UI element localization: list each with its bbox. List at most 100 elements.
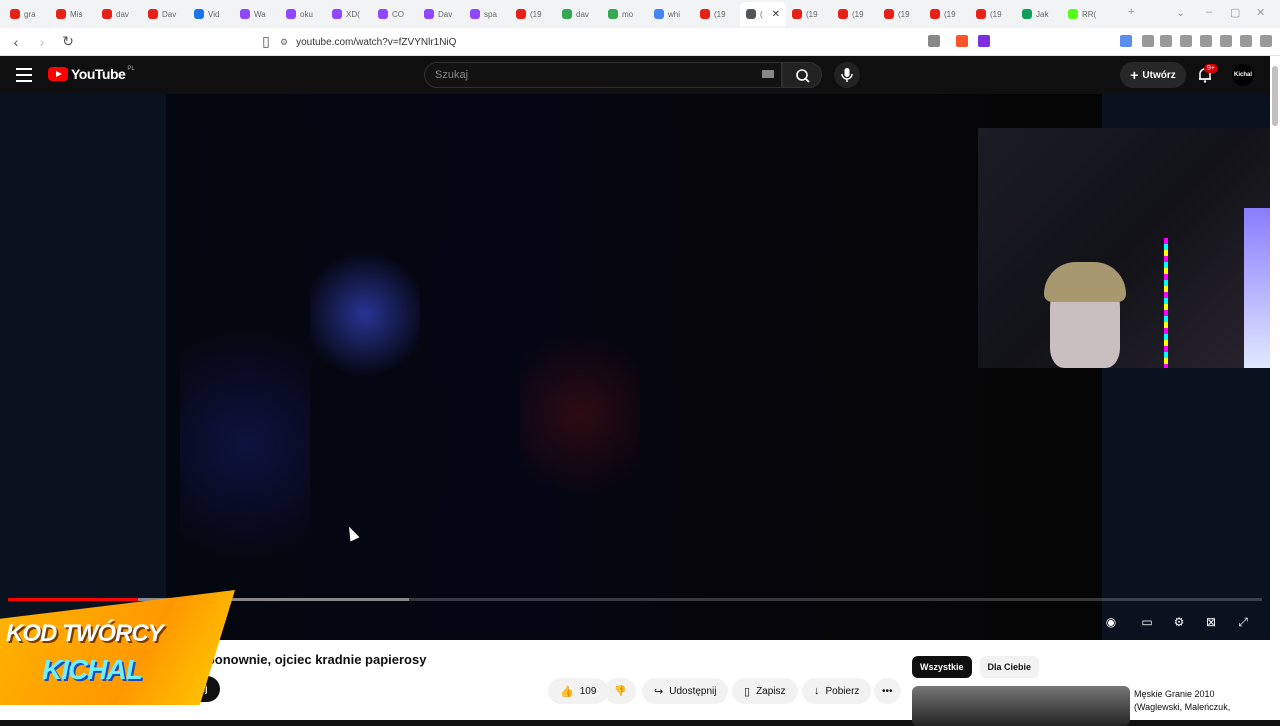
browser-tab[interactable]: CO bbox=[372, 2, 418, 26]
browser-tab[interactable]: mo bbox=[602, 2, 648, 26]
browser-tab[interactable]: gra bbox=[4, 2, 50, 26]
bookmark-icon[interactable]: ▯ bbox=[256, 33, 276, 50]
browser-tab[interactable]: (19 bbox=[970, 2, 1016, 26]
maximize-icon[interactable]: ▢ bbox=[1230, 6, 1240, 19]
tab-label: oku bbox=[300, 9, 313, 19]
recommended-video-thumbnail[interactable] bbox=[912, 686, 1130, 726]
video-light-blob bbox=[310, 244, 420, 384]
youtube-play-icon bbox=[48, 67, 68, 81]
browser-tab[interactable]: XD( bbox=[326, 2, 372, 26]
account-avatar[interactable]: Kichal bbox=[1232, 64, 1254, 86]
browser-tab[interactable]: (19 bbox=[694, 2, 740, 26]
close-tab-icon[interactable]: ✕ bbox=[772, 9, 780, 20]
fullscreen-icon[interactable]: ⤢ bbox=[1234, 614, 1252, 630]
voice-search-button[interactable] bbox=[834, 62, 860, 88]
youtube-header: YouTube PL Szukaj + Utwórz 9+ Kichal bbox=[0, 56, 1280, 94]
browser-tab[interactable]: Mis bbox=[50, 2, 96, 26]
webcam-overlay bbox=[978, 128, 1280, 368]
autoplay-toggle-icon[interactable]: ◉ bbox=[1102, 614, 1120, 630]
more-actions-button[interactable]: ••• bbox=[874, 678, 901, 704]
browser-tab[interactable]: Dav bbox=[418, 2, 464, 26]
back-icon[interactable]: ‹ bbox=[6, 34, 26, 50]
brave-shield-icon[interactable] bbox=[956, 35, 968, 47]
search-button[interactable] bbox=[782, 62, 822, 88]
tab-favicon-icon bbox=[240, 9, 250, 19]
page-scrollbar[interactable] bbox=[1270, 56, 1280, 720]
tab-favicon-icon bbox=[1022, 9, 1032, 19]
tab-favicon-icon bbox=[976, 9, 986, 19]
settings-gear-icon[interactable]: ⚙ bbox=[1170, 614, 1188, 630]
browser-tab[interactable]: (19 bbox=[878, 2, 924, 26]
browser-tab[interactable]: (19 bbox=[786, 2, 832, 26]
browser-tab[interactable]: RR( bbox=[1062, 2, 1108, 26]
video-player[interactable]: ◉ ▭ ⚙ ⊠ ⤢ bbox=[0, 94, 1280, 640]
save-button[interactable]: ▯ Zapisz bbox=[732, 678, 798, 704]
browser-tab[interactable]: Vid bbox=[188, 2, 234, 26]
browser-tab[interactable]: oku bbox=[280, 2, 326, 26]
subtitles-icon[interactable]: ▭ bbox=[1138, 614, 1156, 630]
hamburger-menu-icon[interactable] bbox=[16, 68, 32, 82]
url-field[interactable]: ⚙ youtube.com/watch?v=fZVYNlr1NiQ bbox=[280, 32, 1000, 52]
recommendation-chips: Wszystkie Dla Ciebie bbox=[912, 656, 1040, 678]
tab-label: (19 bbox=[714, 9, 726, 19]
streamer-hair bbox=[1044, 262, 1126, 302]
youtube-logo[interactable]: YouTube PL bbox=[48, 66, 135, 82]
leo-icon[interactable] bbox=[1220, 35, 1232, 47]
chip-for-you[interactable]: Dla Ciebie bbox=[979, 656, 1040, 678]
translate-icon[interactable] bbox=[1120, 35, 1132, 47]
browser-menu-icon[interactable] bbox=[1260, 35, 1272, 47]
wallet-icon[interactable] bbox=[1200, 35, 1212, 47]
theater-mode-icon[interactable]: ⊠ bbox=[1202, 614, 1220, 630]
chip-all[interactable]: Wszystkie bbox=[912, 656, 972, 678]
rewards-icon[interactable] bbox=[978, 35, 990, 47]
browser-tab[interactable]: Jak bbox=[1016, 2, 1062, 26]
sidebar-icon[interactable] bbox=[1180, 35, 1192, 47]
reload-icon[interactable]: ↻ bbox=[58, 33, 78, 50]
extensions-icon[interactable] bbox=[1142, 35, 1154, 47]
video-light-blob bbox=[520, 314, 640, 514]
browser-tab[interactable]: dav bbox=[96, 2, 142, 26]
url-text: youtube.com/watch?v=fZVYNlr1NiQ bbox=[296, 36, 457, 48]
tab-label: Vid bbox=[208, 9, 220, 19]
more-dots-icon: ••• bbox=[882, 685, 893, 697]
recommended-video-title[interactable]: Męskie Granie 2010 (Waglewski, Maleńczuk… bbox=[1134, 688, 1264, 714]
download-button[interactable]: ↓ Pobierz bbox=[802, 678, 872, 704]
minimize-icon[interactable]: – bbox=[1206, 6, 1212, 18]
tab-label: whi bbox=[668, 9, 681, 19]
browser-tab[interactable]: (✕ bbox=[740, 2, 786, 26]
tab-label: (19 bbox=[530, 9, 542, 19]
tab-label: Dav bbox=[162, 9, 177, 19]
tab-label: (19 bbox=[944, 9, 956, 19]
browser-tab[interactable]: (19 bbox=[510, 2, 556, 26]
site-info-icon[interactable]: ⚙ bbox=[280, 37, 288, 48]
tab-label: Dav bbox=[438, 9, 453, 19]
bookmark-save-icon: ▯ bbox=[744, 685, 751, 698]
browser-tab[interactable]: (19 bbox=[832, 2, 878, 26]
progress-played bbox=[8, 598, 139, 601]
search-input[interactable]: Szukaj bbox=[424, 62, 782, 88]
dislike-button[interactable]: 👎 bbox=[604, 678, 637, 704]
notification-count-badge: 9+ bbox=[1204, 64, 1218, 73]
vpn-icon[interactable] bbox=[1240, 35, 1252, 47]
tab-label: dav bbox=[576, 9, 589, 19]
cast-icon[interactable] bbox=[928, 35, 940, 47]
share-button[interactable]: ↪ Udostępnij bbox=[642, 678, 729, 704]
browser-tab[interactable]: spa bbox=[464, 2, 510, 26]
new-tab-icon[interactable]: + bbox=[1128, 6, 1134, 18]
create-button[interactable]: + Utwórz bbox=[1120, 62, 1186, 88]
browser-tab[interactable]: whi bbox=[648, 2, 694, 26]
tab-search-icon[interactable]: ⌄ bbox=[1176, 6, 1185, 19]
forward-icon[interactable]: › bbox=[32, 34, 52, 50]
music-icon[interactable] bbox=[1160, 35, 1172, 47]
keyboard-icon[interactable] bbox=[762, 70, 774, 78]
browser-tab[interactable]: Dav bbox=[142, 2, 188, 26]
browser-tab[interactable]: (19 bbox=[924, 2, 970, 26]
scrollbar-thumb[interactable] bbox=[1272, 66, 1278, 126]
like-button[interactable]: 👍 109 bbox=[548, 678, 609, 704]
browser-tab[interactable]: Wa bbox=[234, 2, 280, 26]
tab-favicon-icon bbox=[470, 9, 480, 19]
tab-label: (19 bbox=[898, 9, 910, 19]
tab-label: Wa bbox=[254, 9, 266, 19]
close-window-icon[interactable]: ✕ bbox=[1256, 6, 1265, 19]
browser-tab[interactable]: dav bbox=[556, 2, 602, 26]
